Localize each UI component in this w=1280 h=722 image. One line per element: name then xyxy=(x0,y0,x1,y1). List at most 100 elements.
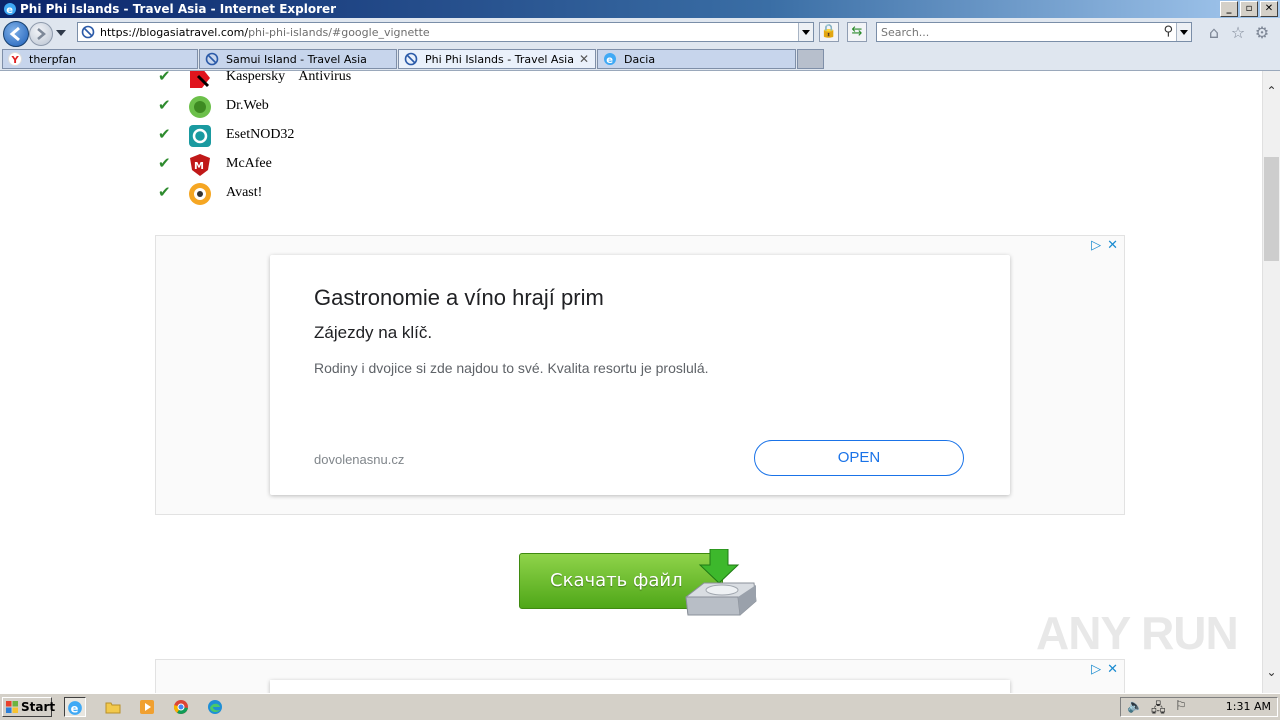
checkmark-icon: ✔ xyxy=(158,125,171,143)
back-button[interactable] xyxy=(3,21,29,47)
scroll-thumb[interactable] xyxy=(1264,157,1279,261)
tab-label: Phi Phi Islands - Travel Asia xyxy=(425,53,574,66)
address-bar[interactable]: https://blogasiatravel.com/phi-phi-islan… xyxy=(77,22,814,42)
home-icon[interactable]: ⌂ xyxy=(1205,24,1223,42)
site-icon xyxy=(404,52,418,66)
checkmark-icon: ✔ xyxy=(158,71,171,85)
avast-logo xyxy=(189,183,211,205)
lock-icon[interactable]: 🔒 xyxy=(819,22,839,42)
ad-close-icon[interactable]: ✕ xyxy=(1107,238,1118,253)
restore-button[interactable]: ▫ xyxy=(1240,1,1258,17)
window-title: Phi Phi Islands - Travel Asia - Internet… xyxy=(20,2,337,16)
list-item: ✔ Dr.Web xyxy=(158,94,458,120)
close-tab-icon[interactable]: ✕ xyxy=(579,50,589,68)
folder-icon[interactable] xyxy=(102,697,124,717)
site-icon xyxy=(81,25,95,39)
adchoices-icon[interactable]: ▷ xyxy=(1091,238,1101,253)
history-dropdown-icon[interactable] xyxy=(56,30,66,36)
windows-flag-icon xyxy=(6,701,18,713)
list-item: ✔ Kaspersky Antivirus xyxy=(158,71,458,91)
svg-text:e: e xyxy=(606,55,613,66)
back-arrow-icon xyxy=(9,26,20,42)
adchoices[interactable]: ▷ ✕ xyxy=(1091,238,1118,253)
vertical-scrollbar[interactable]: ⌃ ⌄ xyxy=(1262,71,1280,693)
settings-gear-icon[interactable]: ⚙ xyxy=(1253,24,1271,42)
network-icon[interactable]: 🖧 xyxy=(1151,699,1166,721)
download-button-label: Скачать файл xyxy=(550,570,683,591)
scroll-up-icon[interactable]: ⌃ xyxy=(1263,83,1280,100)
ie-icon: e xyxy=(604,53,616,66)
antivirus-name: EsetNOD32 xyxy=(226,127,295,142)
ad-subheadline: Zájezdy na klíč. xyxy=(314,323,433,342)
search-box[interactable]: ⚲ xyxy=(876,22,1192,42)
eset-logo xyxy=(189,125,211,147)
minimize-button[interactable]: _ xyxy=(1220,1,1238,17)
favorites-star-icon[interactable]: ☆ xyxy=(1229,24,1247,42)
refresh-icon[interactable]: ⇆ xyxy=(847,22,867,42)
ie-icon: e xyxy=(4,3,16,16)
search-dropdown-button[interactable] xyxy=(1176,23,1191,41)
list-item: ✔ Avast! xyxy=(158,181,458,207)
new-tab-button[interactable] xyxy=(797,49,824,69)
address-toolbar: https://blogasiatravel.com/phi-phi-islan… xyxy=(0,18,1280,48)
scroll-down-icon[interactable]: ⌄ xyxy=(1263,664,1280,681)
svg-text:M: M xyxy=(194,161,204,172)
anyrun-watermark: ANY RUN xyxy=(1036,607,1239,659)
window-titlebar: e Phi Phi Islands - Travel Asia - Intern… xyxy=(0,0,1280,18)
kaspersky-logo xyxy=(190,71,210,88)
ad-close-icon[interactable]: ✕ xyxy=(1107,662,1118,677)
ad-card[interactable]: Gastronomie a víno hrají prim Zájezdy na… xyxy=(270,255,1010,495)
site-icon xyxy=(205,52,219,66)
tab-bar: Y therpfan Samui Island - Travel Asia Ph… xyxy=(0,48,1280,71)
edge-icon[interactable] xyxy=(204,697,226,717)
drweb-logo xyxy=(189,96,211,118)
search-input[interactable] xyxy=(879,24,1153,40)
antivirus-name: McAfee xyxy=(226,156,272,171)
clock[interactable]: 1:31 AM xyxy=(1226,700,1271,713)
url-text[interactable]: https://blogasiatravel.com/phi-phi-islan… xyxy=(100,26,430,39)
forward-button[interactable] xyxy=(29,22,53,46)
checkmark-icon: ✔ xyxy=(158,183,171,201)
ad-domain[interactable]: dovolenasnu.cz xyxy=(314,452,404,467)
mcafee-logo: M xyxy=(190,154,210,176)
url-host: https://blogasiatravel.com/ xyxy=(100,26,249,39)
tab-therpfan[interactable]: Y therpfan xyxy=(2,49,198,69)
tab-samui-island[interactable]: Samui Island - Travel Asia xyxy=(199,49,397,69)
page-content: ✔ Kaspersky Antivirus ✔ Dr.Web ✔ EsetNOD… xyxy=(0,71,1262,693)
svg-text:e: e xyxy=(71,702,79,716)
url-path: phi-phi-islands/#google_vignette xyxy=(248,26,430,39)
ie-taskbar-icon[interactable]: e xyxy=(64,697,86,717)
media-player-icon[interactable] xyxy=(136,697,158,717)
taskbar: Start e 🔈 🖧 ⚐ 1:31 AM xyxy=(0,693,1280,720)
tab-label: therpfan xyxy=(29,53,77,66)
adchoices-icon[interactable]: ▷ xyxy=(1091,662,1101,677)
ad-open-button[interactable]: OPEN xyxy=(754,440,964,476)
yandex-icon: Y xyxy=(8,52,22,66)
adchoices[interactable]: ▷ ✕ xyxy=(1091,662,1118,677)
close-window-button[interactable]: ✕ xyxy=(1260,1,1278,17)
address-dropdown-button[interactable] xyxy=(798,23,813,41)
hard-drive-download-icon[interactable] xyxy=(680,549,760,621)
action-center-flag-icon[interactable]: ⚐ xyxy=(1175,699,1187,714)
list-item: ✔ M McAfee xyxy=(158,152,458,178)
search-icon[interactable]: ⚲ xyxy=(1163,24,1173,39)
forward-arrow-icon xyxy=(37,28,46,40)
ad-card[interactable] xyxy=(270,680,1010,693)
chrome-icon[interactable] xyxy=(170,697,192,717)
tab-label: Samui Island - Travel Asia xyxy=(226,53,367,66)
tab-dacia[interactable]: e Dacia xyxy=(597,49,796,69)
svg-text:e: e xyxy=(6,5,13,16)
antivirus-name: Avast! xyxy=(226,185,263,200)
svg-text:Y: Y xyxy=(11,55,20,66)
start-button[interactable]: Start xyxy=(2,697,55,717)
list-item: ✔ EsetNOD32 xyxy=(158,123,458,149)
checkmark-icon: ✔ xyxy=(158,96,171,114)
volume-icon[interactable]: 🔈 xyxy=(1127,699,1143,714)
antivirus-name: Kaspersky Antivirus xyxy=(226,71,352,84)
antivirus-name: Dr.Web xyxy=(226,98,269,113)
tab-phi-phi-islands[interactable]: Phi Phi Islands - Travel Asia ✕ xyxy=(398,49,596,69)
ad-description: Rodiny i dvojice si zde najdou to své. K… xyxy=(314,360,709,376)
checkmark-icon: ✔ xyxy=(158,154,171,172)
tab-label: Dacia xyxy=(624,53,656,66)
ad-headline[interactable]: Gastronomie a víno hrají prim xyxy=(314,285,604,311)
